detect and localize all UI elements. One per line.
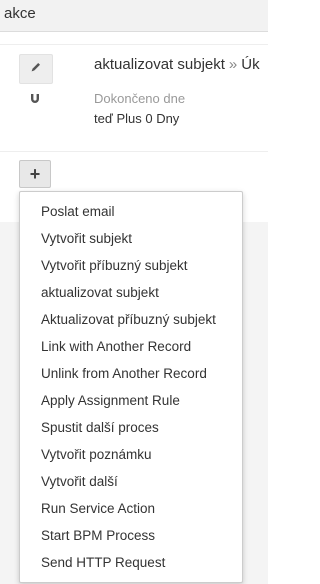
action-name: aktualizovat subjekt» Úk: [94, 56, 268, 73]
menu-item-update-record[interactable]: aktualizovat subjekt: [20, 279, 242, 306]
done-value: teď Plus 0 Dny: [94, 111, 180, 126]
done-label: Dokončeno dne: [94, 91, 186, 106]
menu-item-start-process[interactable]: Spustit další proces: [20, 414, 242, 441]
add-action-button[interactable]: +: [19, 160, 51, 188]
magnet-icon: [29, 93, 41, 105]
menu-item-send-http-request[interactable]: Send HTTP Request: [20, 549, 242, 576]
action-target-label: Úk: [241, 56, 260, 73]
menu-item-apply-assignment-rule[interactable]: Apply Assignment Rule: [20, 387, 242, 414]
menu-item-create-other[interactable]: Vytvořit další: [20, 468, 242, 495]
menu-item-update-related-record[interactable]: Aktualizovat příbuzný subjekt: [20, 306, 242, 333]
menu-item-create-related-record[interactable]: Vytvořit příbuzný subjekt: [20, 252, 242, 279]
pencil-icon: [30, 60, 42, 78]
menu-item-create-note[interactable]: Vytvořit poznámku: [20, 441, 242, 468]
action-type-label: aktualizovat subjekt: [94, 56, 225, 73]
edit-action-button[interactable]: [19, 54, 53, 84]
panel-header: akce: [0, 0, 268, 32]
menu-item-unlink-record[interactable]: Unlink from Another Record: [20, 360, 242, 387]
action-row: aktualizovat subjekt» Úk Dokončeno dne te…: [0, 44, 268, 152]
action-separator: »: [228, 56, 238, 73]
panel-title: akce: [4, 5, 36, 22]
menu-item-run-service-action[interactable]: Run Service Action: [20, 495, 242, 522]
menu-item-create-record[interactable]: Vytvořit subjekt: [20, 225, 242, 252]
add-action-dropdown-menu: Poslat email Vytvořit subjekt Vytvořit p…: [19, 191, 243, 583]
menu-item-send-email[interactable]: Poslat email: [20, 198, 242, 225]
menu-item-start-bpm-process[interactable]: Start BPM Process: [20, 522, 242, 549]
menu-item-link-record[interactable]: Link with Another Record: [20, 333, 242, 360]
plus-icon: +: [29, 163, 41, 184]
